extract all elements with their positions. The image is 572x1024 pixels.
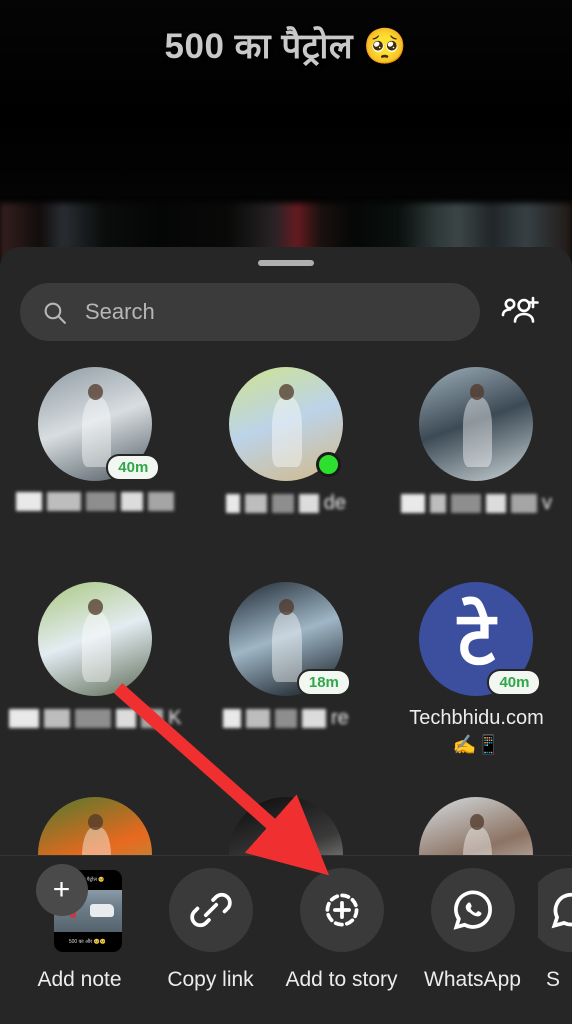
add-people-button[interactable] — [490, 283, 552, 341]
redacted-block — [274, 709, 297, 728]
contact-cell[interactable]: टे 40m Techbhidu.com ✍️📱 — [381, 572, 572, 787]
redacted-block — [16, 492, 43, 511]
contact-cell[interactable]: 40m — [0, 357, 191, 572]
contact-name: K — [9, 707, 181, 730]
share-actions-bar: 500 का पैट्रोल 🥺 500 का और 🥺🥺 + Add note Cop… — [0, 855, 572, 1024]
redacted-block — [148, 492, 175, 511]
sms-icon — [551, 892, 572, 929]
share-action-copy-link[interactable]: Copy link — [145, 868, 276, 992]
time-badge: 40m — [489, 671, 540, 694]
redacted-block — [429, 494, 446, 513]
contact-name-visible: v — [541, 492, 552, 514]
note-caption-bottom: 500 का और 🥺🥺 — [53, 932, 122, 952]
redacted-block — [400, 494, 425, 513]
redacted-block — [141, 709, 164, 728]
add-people-icon — [501, 296, 539, 323]
redacted-block — [485, 494, 506, 513]
contact-name: Techbhidu.com — [409, 707, 544, 729]
time-badge: 18m — [298, 671, 349, 694]
time-badge: 40m — [108, 456, 159, 479]
video-caption-text: 500 का पैट्रोल 🥺 — [164, 27, 408, 66]
phone-screen: 500 का पैट्रोल 🥺 Search 40m de v K 18m r… — [0, 0, 572, 1024]
search-row: Search — [0, 279, 572, 345]
share-action-add-to-story[interactable]: Add to story — [276, 868, 407, 992]
share-action-s[interactable]: S — [538, 868, 572, 992]
share-action-label: Add note — [37, 968, 122, 991]
avatar — [38, 582, 153, 696]
contact-name-visible: de — [323, 492, 347, 514]
redacted-block — [225, 494, 240, 513]
share-action-add-note[interactable]: 500 का पैट्रोल 🥺 500 का और 🥺🥺 + Add note — [14, 864, 145, 992]
avatar-photo-detail — [279, 384, 294, 401]
contact-cell[interactable]: K — [0, 572, 191, 787]
contact-name: de — [225, 492, 347, 515]
add-to-story-icon-button[interactable] — [299, 868, 384, 952]
whatsapp-icon — [453, 890, 492, 930]
contact-1-avatar[interactable] — [228, 367, 343, 481]
add-note-thumbnail[interactable]: 500 का पैट्रोल 🥺 500 का और 🥺🥺 + — [35, 864, 122, 952]
redacted-block — [86, 492, 117, 511]
contact-0-avatar[interactable]: 40m — [38, 367, 159, 481]
whatsapp-icon-button[interactable] — [430, 868, 515, 952]
contact-name-visible: K — [168, 707, 182, 729]
search-input[interactable]: Search — [20, 283, 480, 341]
redacted-block — [298, 494, 319, 513]
redacted-block — [222, 709, 241, 728]
redacted-block — [450, 494, 481, 513]
share-action-whatsapp[interactable]: WhatsApp — [407, 868, 538, 992]
contact-emoji: ✍️📱 — [452, 735, 501, 756]
sheet-drag-handle[interactable] — [258, 260, 314, 266]
contact-cell[interactable]: de — [191, 357, 382, 572]
avatar-photo — [462, 396, 493, 468]
avatar-photo-detail — [279, 599, 294, 616]
share-action-label: WhatsApp — [424, 968, 521, 991]
share-action-label: Copy link — [167, 968, 254, 991]
contact-grid: 40m de v K 18m re टे 40m Techbhidu.com ✍️📱 — [0, 357, 572, 911]
search-icon — [44, 302, 66, 324]
redacted-block — [245, 709, 270, 728]
redacted-block — [75, 709, 112, 728]
contact-name: re — [222, 707, 349, 730]
avatar-photo — [81, 611, 112, 683]
contact-2-avatar[interactable] — [419, 367, 534, 481]
note-car — [89, 904, 114, 917]
contact-4-avatar[interactable]: 18m — [228, 582, 349, 696]
contact-name — [16, 492, 175, 511]
redacted-block — [244, 494, 267, 513]
contact-cell[interactable]: 18m re — [191, 572, 382, 787]
search-placeholder: Search — [85, 299, 155, 324]
contact-name-visible: re — [330, 707, 349, 729]
avatar-photo-detail — [279, 814, 294, 831]
redacted-block — [271, 494, 294, 513]
share-action-label: Add to story — [285, 968, 398, 991]
avatar-photo — [272, 396, 302, 468]
share-action-label: S — [545, 968, 560, 991]
share-bottom-sheet: Search 40m de v K 18m re टे 40m Techbhidu.com ✍️📱… — [0, 247, 572, 1024]
redacted-block — [44, 709, 71, 728]
redacted-block — [47, 492, 82, 511]
contact-cell[interactable]: v — [381, 357, 572, 572]
add-note-plus-icon[interactable]: + — [35, 864, 88, 916]
avatar-photo — [81, 396, 112, 468]
contact-name: v — [400, 492, 552, 515]
redacted-block — [116, 709, 137, 728]
redacted-block — [301, 709, 326, 728]
link-icon-button[interactable] — [168, 868, 253, 952]
share-actions-list: 500 का पैट्रोल 🥺 500 का और 🥺🥺 + Add note Cop… — [0, 856, 572, 992]
add-to-story-icon — [325, 893, 358, 927]
redacted-block — [9, 709, 40, 728]
link-icon — [189, 892, 232, 928]
redacted-block — [121, 492, 144, 511]
contact-5-avatar[interactable]: टे 40m — [419, 582, 540, 696]
redacted-block — [510, 494, 537, 513]
avatar-photo — [272, 611, 302, 683]
avatar — [419, 367, 534, 481]
contact-3-avatar[interactable] — [38, 582, 153, 696]
sms-icon-button[interactable] — [538, 868, 572, 952]
online-status-dot — [315, 452, 341, 477]
